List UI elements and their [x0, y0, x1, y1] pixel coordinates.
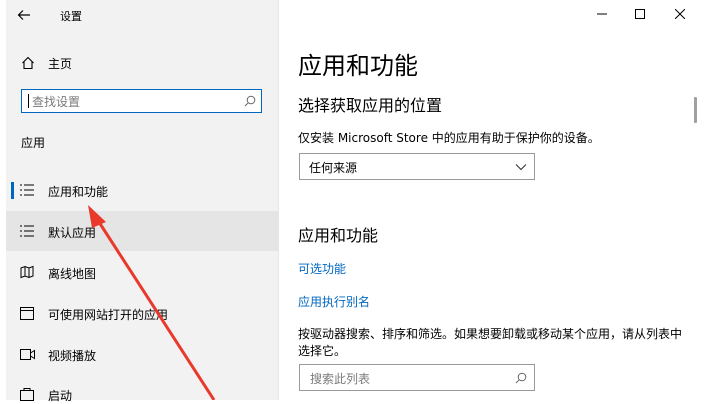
minimize-icon [597, 13, 607, 15]
page-title: 应用和功能 [298, 52, 418, 80]
app-list-search-box[interactable] [299, 364, 535, 391]
sidebar-item-startup[interactable]: 启动 [48, 387, 72, 404]
home-icon [19, 54, 37, 72]
sidebar-item-default-apps[interactable]: 默认应用 [48, 224, 96, 241]
dropdown-selected-value: 任何来源 [309, 161, 358, 175]
app-source-dropdown[interactable]: 任何来源 [299, 153, 535, 180]
sidebar-item-offline-maps[interactable]: 离线地图 [48, 265, 96, 282]
settings-search-box[interactable] [21, 89, 262, 113]
minimize-button[interactable] [584, 0, 620, 28]
sidebar-home-link[interactable]: 主页 [48, 55, 72, 72]
content-scrollbar-thumb[interactable] [694, 97, 697, 123]
install-section-heading: 选择获取应用的位置 [298, 96, 443, 115]
window-left-edge [0, 0, 6, 400]
sidebar-item-apps-features[interactable]: 应用和功能 [48, 183, 108, 200]
list-icon [19, 223, 35, 239]
sidebar-section-title: 应用 [21, 136, 46, 150]
apps-section-description: 按驱动器搜索、排序和筛选。如果想要卸载或移动某个应用，请从列表中选择它。 [298, 327, 683, 358]
search-icon[interactable] [514, 371, 528, 385]
apps-section-heading: 应用和功能 [298, 226, 379, 245]
list-icon [19, 182, 35, 198]
chevron-down-icon [514, 160, 528, 174]
selected-indicator [11, 182, 14, 199]
sidebar-item-apps-for-websites[interactable]: 可使用网站打开的应用 [48, 306, 168, 323]
maximize-icon [635, 9, 645, 19]
map-icon [19, 264, 35, 280]
window-title: 设置 [60, 10, 82, 23]
optional-features-link[interactable]: 可选功能 [298, 260, 346, 277]
sidebar-item-hover-highlight [6, 211, 278, 251]
maximize-button[interactable] [622, 0, 658, 28]
app-execution-aliases-link[interactable]: 应用执行别名 [298, 293, 370, 310]
sidebar-divider [278, 0, 279, 400]
install-section-description: 仅安装 Microsoft Store 中的应用有助于保护你的设备。 [298, 131, 600, 145]
close-icon [675, 9, 685, 19]
sidebar [0, 0, 278, 400]
back-arrow-icon[interactable] [14, 6, 34, 24]
search-icon[interactable] [242, 93, 258, 109]
app-list-search-input[interactable] [308, 370, 512, 388]
browser-window-icon [19, 305, 35, 321]
settings-search-input[interactable] [30, 93, 244, 111]
video-icon [19, 346, 35, 362]
sidebar-item-video-playback[interactable]: 视频播放 [48, 347, 96, 364]
text-caret [28, 94, 29, 108]
close-button[interactable] [662, 0, 698, 28]
